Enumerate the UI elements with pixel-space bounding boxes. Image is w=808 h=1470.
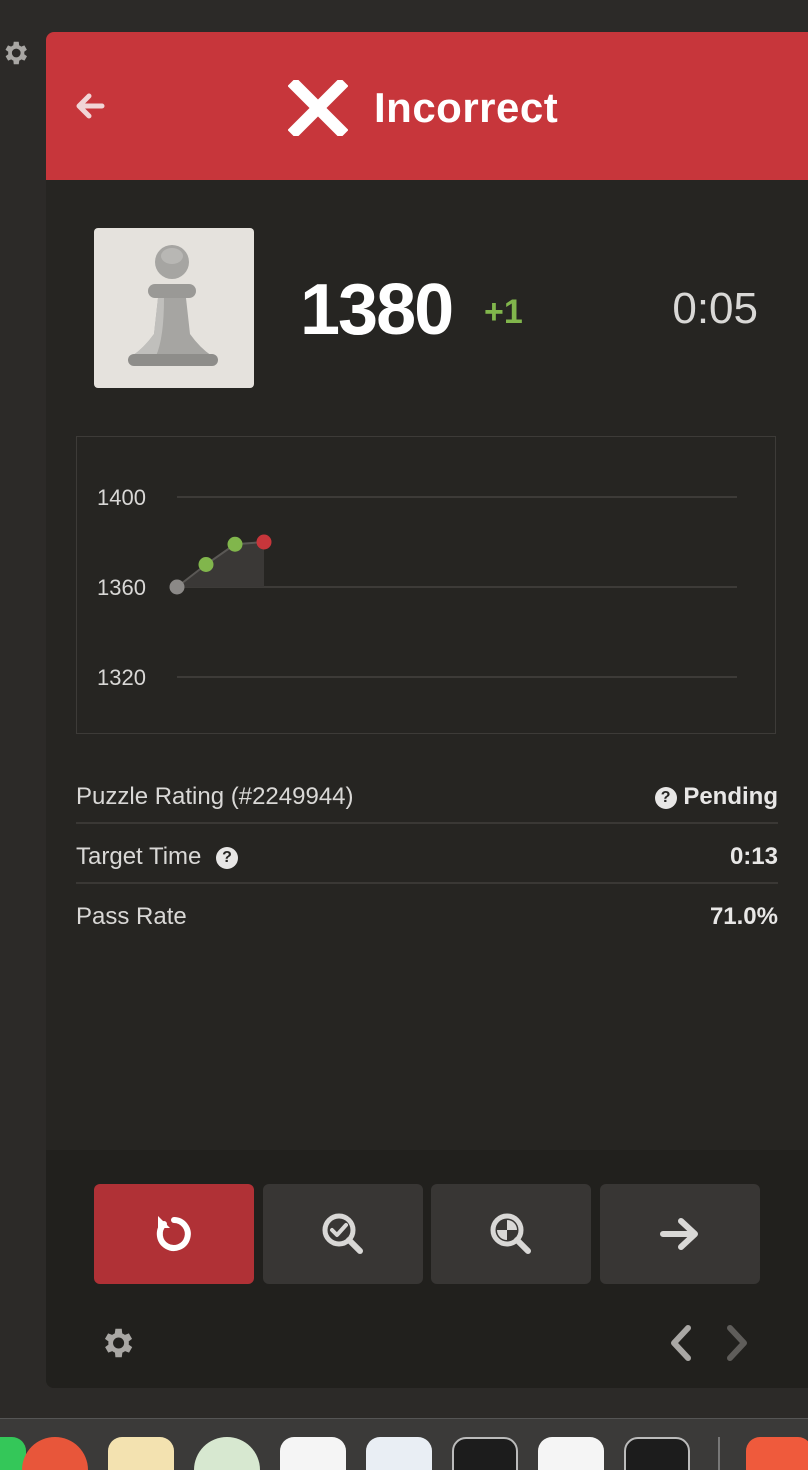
solve-timer: 0:05 bbox=[672, 284, 758, 333]
help-icon[interactable]: ? bbox=[216, 846, 239, 869]
help-icon[interactable]: ? bbox=[654, 786, 677, 809]
hint-button[interactable] bbox=[263, 1184, 423, 1284]
dock-app-icon[interactable] bbox=[194, 1437, 260, 1470]
magnifier-target-icon bbox=[490, 1213, 531, 1254]
retry-icon bbox=[156, 1216, 191, 1251]
dock-app-icon[interactable] bbox=[538, 1437, 604, 1470]
magnifier-check-icon bbox=[322, 1213, 363, 1254]
puzzle-rating-status: Pending bbox=[683, 783, 778, 810]
dock-app-icon[interactable] bbox=[624, 1437, 690, 1470]
chart-y-tick-label: 1400 bbox=[97, 485, 146, 510]
chart-area-fill bbox=[177, 542, 264, 587]
chevron-right-icon[interactable] bbox=[722, 1322, 752, 1364]
chart-point-correct[interactable] bbox=[227, 536, 243, 552]
macos-dock bbox=[0, 1418, 808, 1470]
target-time-value: 0:13 bbox=[729, 843, 778, 870]
rating-chart-svg: 1400 1360 1320 bbox=[97, 485, 737, 690]
puzzle-rating-value: ? Pending bbox=[654, 782, 778, 812]
player-rating: 1380 bbox=[300, 270, 454, 350]
arrow-left-icon[interactable] bbox=[72, 88, 108, 124]
result-header: Incorrect bbox=[46, 32, 808, 180]
result-title: Incorrect bbox=[374, 84, 559, 131]
target-time-label: Target Time bbox=[76, 843, 202, 870]
pass-rate-label: Pass Rate bbox=[76, 903, 187, 930]
dock-app-icon[interactable] bbox=[280, 1437, 346, 1470]
chart-point-correct[interactable] bbox=[198, 557, 214, 572]
pass-rate-value: 71.0% bbox=[709, 903, 778, 930]
next-puzzle-button[interactable] bbox=[600, 1184, 760, 1284]
action-footer bbox=[46, 1150, 808, 1388]
dock-app-icon[interactable] bbox=[366, 1437, 432, 1470]
gear-icon[interactable] bbox=[0, 38, 30, 68]
chart-y-tick-label: 1360 bbox=[97, 575, 146, 600]
retry-button[interactable] bbox=[94, 1184, 254, 1284]
pass-rate-row: Pass Rate 71.0% bbox=[76, 884, 778, 944]
arrow-right-icon bbox=[660, 1218, 698, 1250]
pawn-icon bbox=[128, 245, 218, 366]
dock-app-icon[interactable] bbox=[746, 1437, 808, 1470]
puzzle-rating-row: Puzzle Rating (#2249944) ? Pending bbox=[76, 764, 778, 824]
chart-y-tick-label: 1320 bbox=[97, 665, 146, 690]
dock-app-icon[interactable] bbox=[452, 1437, 518, 1470]
dock-app-icon[interactable] bbox=[108, 1437, 174, 1470]
target-time-label-group: Target Time ? bbox=[76, 842, 239, 872]
solution-button[interactable] bbox=[431, 1184, 591, 1284]
left-sidebar-strip bbox=[0, 0, 46, 1420]
puzzle-rating-label: Puzzle Rating (#2249944) bbox=[76, 783, 354, 810]
target-time-row: Target Time ? 0:13 bbox=[76, 824, 778, 884]
dock-app-icon[interactable] bbox=[22, 1437, 88, 1470]
avatar bbox=[94, 228, 254, 388]
chart-point-start[interactable] bbox=[169, 579, 185, 595]
x-icon bbox=[288, 80, 348, 136]
dock-separator bbox=[718, 1437, 720, 1470]
chevron-left-icon[interactable] bbox=[666, 1322, 696, 1364]
chart-point-incorrect[interactable] bbox=[256, 534, 272, 550]
rating-chart: 1400 1360 1320 bbox=[76, 436, 776, 734]
rating-delta: +1 bbox=[484, 293, 523, 331]
puzzle-result-panel: Incorrect 1380 +1 0:05 1400 1360 1320 Puzz… bbox=[46, 32, 808, 1388]
gear-icon[interactable] bbox=[98, 1324, 136, 1362]
